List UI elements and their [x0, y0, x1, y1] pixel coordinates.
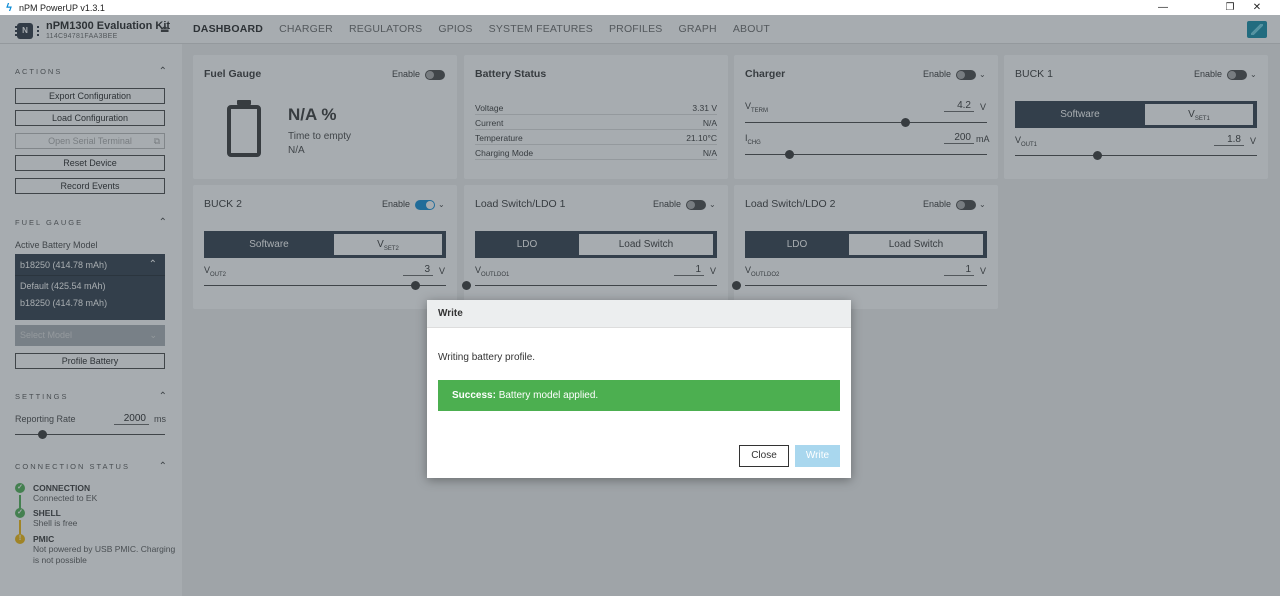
minimize-icon[interactable]: —: [1140, 0, 1186, 15]
dialog-title: Write: [438, 308, 463, 319]
success-alert: Success: Battery model applied.: [438, 380, 840, 411]
dialog-header: Write: [427, 300, 851, 328]
alert-strong: Success:: [452, 390, 496, 401]
write-button[interactable]: Write: [795, 445, 840, 467]
dialog-message: Writing battery profile.: [438, 352, 536, 363]
lightning-icon: ϟ: [6, 1, 12, 14]
close-button[interactable]: Close: [739, 445, 789, 467]
write-dialog: Write Writing battery profile. Success: …: [427, 300, 851, 478]
alert-text: Battery model applied.: [498, 390, 599, 401]
window-title: nPM PowerUP v1.3.1: [19, 2, 105, 13]
close-window-icon[interactable]: ✕: [1234, 0, 1280, 15]
window-titlebar: ϟ nPM PowerUP v1.3.1 — ❐ ✕: [0, 0, 1280, 15]
